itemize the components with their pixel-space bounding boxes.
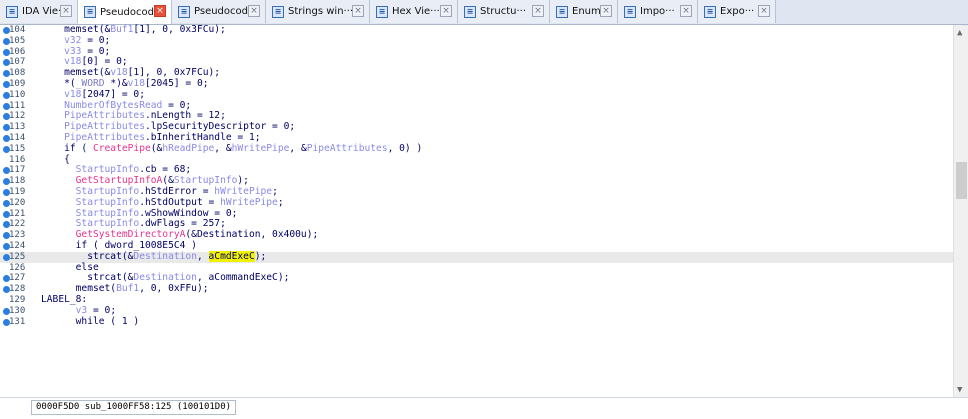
exports-icon: ≡: [704, 5, 716, 18]
tab-label: Strings win···: [288, 6, 354, 17]
tab-pseudocode[interactable]: ≡ Pseudocod··· ×: [78, 0, 172, 24]
strings-icon: ≡: [272, 5, 284, 18]
line-number: 122: [9, 219, 26, 230]
tab-pseudocode[interactable]: ≡ Pseudocod··· ×: [172, 0, 266, 23]
scroll-up-icon[interactable]: ▲: [957, 28, 962, 38]
tab-hex-view[interactable]: ≡ Hex Vie··· ×: [370, 0, 458, 23]
line-number: 119: [9, 187, 26, 197]
tab-strings[interactable]: ≡ Strings win··· ×: [266, 0, 370, 23]
tab-label: Hex Vie···: [392, 6, 440, 17]
code-line[interactable]: 131 while ( 1 ): [0, 316, 953, 328]
tab-label: Structu···: [480, 6, 527, 17]
ida-view-icon: ≡: [6, 5, 18, 18]
line-number: 106: [9, 46, 26, 57]
code-line[interactable]: 128 memset(Buf1, 0, 0xFFu);: [0, 283, 953, 295]
code-line[interactable]: 115 if ( CreatePipe(&hReadPipe, &hWriteP…: [0, 143, 953, 155]
code-text[interactable]: while ( 1 ): [41, 316, 140, 328]
code-line[interactable]: 106 v33 = 0;: [0, 46, 953, 58]
line-number: 108: [9, 68, 26, 79]
tab-imports[interactable]: ≡ Impo··· ×: [618, 0, 698, 23]
imports-icon: ≡: [624, 5, 636, 18]
line-number: 112: [9, 111, 26, 122]
hex-view-icon: ≡: [376, 5, 388, 18]
line-number: 110: [9, 89, 26, 100]
line-number: 114: [9, 133, 26, 143]
tab-structures[interactable]: ≡ Structu··· ×: [458, 0, 550, 23]
line-number: 128: [9, 284, 26, 295]
line-number: 127: [9, 273, 26, 284]
close-icon[interactable]: ×: [154, 5, 166, 17]
close-icon[interactable]: ×: [758, 5, 770, 17]
line-number: 118: [9, 176, 26, 187]
tab-bar: ≡ IDA Vie··· × ≡ Pseudocod··· × ≡ Pseudocod··· ×…: [0, 0, 968, 25]
line-number: 104: [9, 25, 26, 35]
code-line[interactable]: 130 v3 = 0;: [0, 305, 953, 317]
code-text[interactable]: if ( CreatePipe(&hReadPipe, &hWritePipe,…: [41, 143, 422, 155]
code-line[interactable]: 104 memset(&Buf1[1], 0, 0x3FCu);: [0, 24, 953, 36]
line-number: 120: [9, 197, 26, 208]
structures-icon: ≡: [464, 5, 476, 18]
tab-exports[interactable]: ≡ Expo··· ×: [698, 0, 776, 23]
tab-label: Expo···: [720, 6, 755, 17]
line-number: 109: [9, 79, 26, 89]
scroll-down-icon[interactable]: ▼: [957, 385, 962, 395]
pseudocode-icon: ≡: [178, 5, 190, 18]
tab-ida-view[interactable]: ≡ IDA Vie··· ×: [0, 0, 78, 23]
scroll-thumb[interactable]: [956, 162, 967, 199]
line-number: 126: [9, 262, 26, 273]
code-text[interactable]: strcat(&Destination, aCmdExeC);: [41, 250, 266, 263]
line-number: 130: [9, 305, 26, 316]
enums-icon: ≡: [556, 5, 568, 18]
status-bar: 0000F5D0 sub_1000FF58:125 (100101D0): [0, 397, 968, 419]
pseudocode-view[interactable]: 104 memset(&Buf1[1], 0, 0x3FCu); 105 v32 …: [0, 24, 953, 397]
line-number: 117: [9, 165, 26, 176]
close-icon[interactable]: ×: [600, 5, 612, 17]
vertical-scrollbar[interactable]: ▲ ▼: [953, 25, 968, 398]
line-number: 121: [9, 208, 26, 219]
code-text[interactable]: v3 = 0;: [41, 305, 116, 317]
line-number: 129: [9, 295, 26, 305]
line-number: 123: [9, 230, 26, 241]
line-number: 124: [9, 241, 26, 251]
close-icon[interactable]: ×: [532, 5, 544, 17]
code-line[interactable]: 120 StartupInfo.hStdOutput = hWritePipe;: [0, 197, 953, 209]
line-number: 113: [9, 122, 26, 133]
pseudocode-icon: ≡: [84, 6, 96, 18]
line-number: 131: [9, 316, 26, 327]
close-icon[interactable]: ×: [440, 5, 452, 17]
selected-identifier[interactable]: aCmdExeC: [208, 250, 255, 262]
line-number: 116: [9, 154, 26, 165]
line-number: 105: [9, 35, 26, 46]
line-number: 111: [9, 100, 26, 111]
close-icon[interactable]: ×: [248, 5, 260, 17]
line-number: 125: [9, 251, 26, 262]
code-line[interactable]: 105 v32 = 0;: [0, 35, 953, 47]
code-line[interactable]: 129 LABEL_8:: [0, 294, 953, 306]
tab-label: Impo···: [640, 6, 675, 17]
line-number: 115: [9, 143, 26, 154]
close-icon[interactable]: ×: [680, 5, 692, 17]
close-icon[interactable]: ×: [352, 5, 364, 17]
code-line[interactable]: 125 strcat(&Destination, aCmdExeC);: [0, 250, 953, 263]
status-address: 0000F5D0 sub_1000FF58:125 (100101D0): [31, 400, 237, 415]
tab-enums[interactable]: ≡ Enums ×: [550, 0, 618, 23]
line-number: 107: [9, 57, 26, 68]
close-icon[interactable]: ×: [60, 5, 72, 17]
